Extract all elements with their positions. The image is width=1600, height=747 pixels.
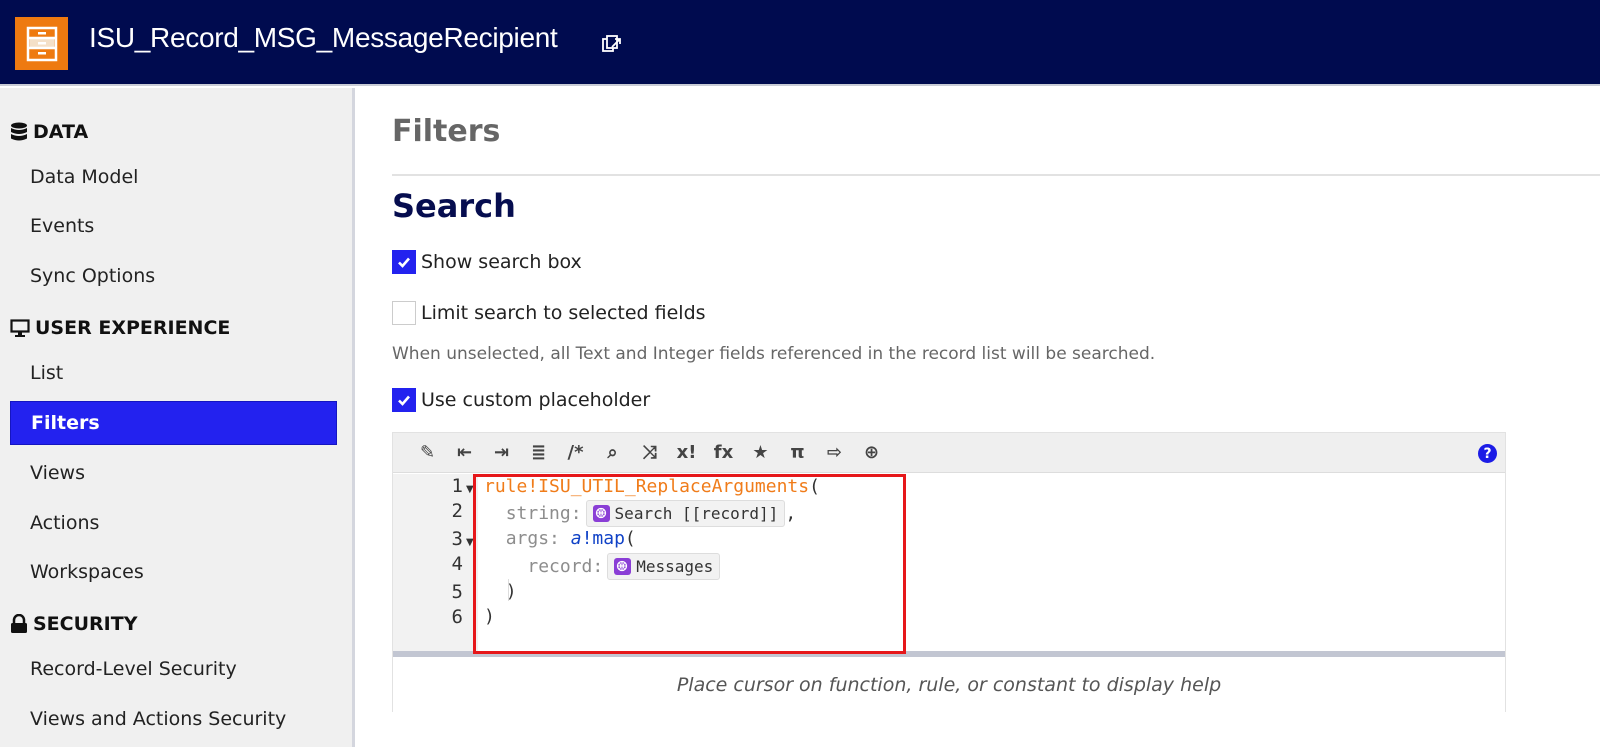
format-lines-icon[interactable]: ≣ — [520, 439, 557, 467]
line-number: 3 — [451, 528, 463, 550]
sidebar-item-views[interactable]: Views — [10, 451, 337, 495]
sidebar-item-label: Events — [30, 215, 95, 237]
rule-reference: rule!ISU_UTIL_ReplaceArguments — [484, 476, 810, 497]
translation-globe-icon — [592, 505, 610, 522]
sidebar-item-label: Record-Level Security — [30, 658, 237, 680]
export-icon[interactable]: ⇨ — [816, 439, 853, 467]
pi-constant-icon[interactable]: π — [779, 439, 816, 467]
sidebar-item-filters[interactable]: Filters — [10, 401, 337, 445]
monitor-icon — [10, 319, 30, 337]
translation-string-chip[interactable]: Search [[record]] — [585, 500, 786, 527]
sidebar-item-label: Views — [30, 462, 85, 484]
code-line-1: rule!ISU_UTIL_ReplaceArguments( — [484, 476, 820, 497]
checkbox-label: Use custom placeholder — [421, 389, 651, 411]
page-title: Filters — [392, 114, 501, 149]
section-title: Search — [392, 187, 516, 225]
function-icon[interactable]: fx — [705, 439, 742, 467]
line-number: 2 — [451, 500, 463, 522]
sidebar-item-actions[interactable]: Actions — [10, 501, 337, 545]
code-comma: , — [785, 503, 797, 524]
sidebar-item-sync-options[interactable]: Sync Options — [10, 254, 337, 298]
code-line-5: ) — [484, 581, 517, 602]
sidebar-item-workspaces[interactable]: Workspaces — [10, 550, 337, 594]
limit-search-checkbox[interactable]: Limit search to selected fields — [392, 301, 706, 325]
fold-arrow-icon[interactable]: ▼ — [466, 484, 474, 495]
function-name: !map — [581, 528, 625, 549]
comment-icon[interactable]: /* — [557, 439, 594, 467]
sidebar-item-list[interactable]: List — [10, 351, 337, 395]
line-number: 1 — [451, 475, 463, 497]
sidebar-section-user-experience: USER EXPERIENCE — [10, 317, 230, 339]
variable-icon[interactable]: x! — [668, 439, 705, 467]
code-input[interactable]: rule!ISU_UTIL_ReplaceArguments( string: … — [478, 474, 1505, 651]
sidebar-item-label: Workspaces — [30, 561, 144, 583]
function-namespace: a — [570, 528, 582, 549]
checkbox-checked-icon[interactable] — [392, 250, 416, 274]
globe-translation-icon[interactable]: ⊕ — [853, 439, 890, 467]
lock-icon — [11, 614, 27, 633]
main-content: Filters Search Show search box Limit sea… — [357, 88, 1600, 747]
sidebar-item-record-level-security[interactable]: Record-Level Security — [10, 647, 337, 691]
line-number: 4 — [451, 553, 463, 575]
param-name: string: — [505, 503, 582, 524]
sidebar-section-data: DATA — [10, 121, 88, 143]
sidebar-item-label: Data Model — [30, 166, 139, 188]
show-search-box-checkbox[interactable]: Show search box — [392, 250, 582, 274]
expression-editor: ✎ ⇤ ⇥ ≣/* ⌕ ⤨ x! fx ★ π ⇨ ⊕ ? 1 ▼ 2 3 ▼ 4 5 6 rule!… — [392, 432, 1506, 713]
record-type-cabinet-icon — [15, 17, 68, 70]
sidebar-item-label: Filters — [31, 412, 100, 434]
code-line-6: ) — [484, 606, 495, 627]
sidebar-section-label: DATA — [33, 121, 89, 143]
code-paren: ) — [484, 606, 495, 627]
sidebar-item-label: Actions — [30, 512, 100, 534]
chip-label: Messages — [636, 557, 714, 576]
sidebar-section-label: USER EXPERIENCE — [35, 317, 231, 339]
help-pane-text: Place cursor on function, rule, or const… — [676, 674, 1222, 696]
sidebar-section-security: SECURITY — [10, 613, 137, 635]
sidebar-item-label: Views and Actions Security — [30, 708, 287, 730]
sidebar-section-label: SECURITY — [33, 613, 138, 635]
line-number: 6 — [451, 606, 463, 628]
sidebar-item-data-model[interactable]: Data Model — [10, 155, 337, 199]
checkbox-unchecked-icon[interactable] — [392, 301, 416, 325]
magic-wand-icon[interactable]: ✎ — [409, 439, 446, 467]
code-paren: ( — [809, 476, 820, 497]
line-number: 5 — [451, 581, 463, 603]
open-in-new-icon[interactable] — [601, 33, 623, 55]
code-paren: ( — [624, 528, 636, 549]
sidebar-item-views-actions-security[interactable]: Views and Actions Security — [10, 697, 337, 741]
checkbox-label: Show search box — [421, 251, 582, 273]
checkbox-label: Limit search to selected fields — [421, 302, 706, 324]
translation-globe-icon — [614, 558, 632, 575]
star-icon[interactable]: ★ — [742, 439, 779, 467]
code-line-3: args: a !map( — [484, 528, 636, 549]
use-custom-placeholder-checkbox[interactable]: Use custom placeholder — [392, 388, 650, 412]
record-type-title: ISU_Record_MSG_MessageRecipient — [89, 22, 558, 53]
title-divider — [392, 174, 1600, 176]
code-paren: ) — [505, 581, 517, 602]
editor-toolbar: ✎ ⇤ ⇥ ≣/* ⌕ ⤨ x! fx ★ π ⇨ ⊕ — [393, 433, 1505, 473]
sidebar-nav: DATA Data Model Events Sync Options USER… — [0, 88, 355, 747]
translation-string-chip[interactable]: Messages — [607, 553, 721, 580]
shuffle-icon[interactable]: ⤨ — [631, 439, 668, 467]
search-icon[interactable]: ⌕ — [594, 439, 631, 467]
indent-icon[interactable]: ⇥ — [483, 439, 520, 467]
line-number-gutter: 1 ▼ 2 3 ▼ 4 5 6 — [393, 474, 478, 651]
fold-arrow-icon[interactable]: ▼ — [466, 537, 474, 548]
sidebar-item-label: List — [30, 362, 64, 384]
chip-label: Search [[record]] — [614, 504, 779, 523]
param-name: args: — [505, 528, 560, 549]
code-line-4: record: Messages — [484, 553, 721, 580]
function-help-pane: Place cursor on function, rule, or const… — [393, 657, 1505, 713]
checkbox-checked-icon[interactable] — [392, 388, 416, 412]
sidebar-item-events[interactable]: Events — [10, 204, 337, 248]
app-header: ISU_Record_MSG_MessageRecipient — [0, 0, 1600, 86]
sidebar-item-label: Sync Options — [30, 265, 156, 287]
database-icon — [11, 122, 27, 141]
help-icon[interactable]: ? — [1478, 444, 1497, 463]
outdent-icon[interactable]: ⇤ — [446, 439, 483, 467]
limit-search-helper-text: When unselected, all Text and Integer fi… — [392, 344, 1156, 364]
code-line-2: string: Search [[record]] , — [484, 500, 796, 527]
param-name: record: — [527, 556, 604, 577]
